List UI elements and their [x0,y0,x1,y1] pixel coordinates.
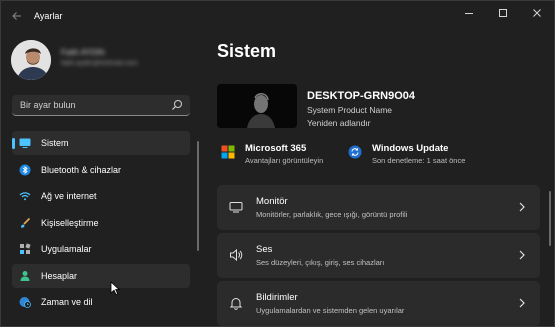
sidebar-item-time-language[interactable]: Zaman ve dil [12,290,190,314]
person-icon [20,270,30,281]
sidebar-item-label: Bluetooth & cihazlar [41,164,122,175]
sidebar-item-personalization[interactable]: Kişiselleştirme [12,211,190,235]
mouse-cursor-icon [110,281,120,296]
maximize-icon [499,9,507,17]
monitor-icon [19,138,31,148]
apps-icon [20,243,31,254]
close-button[interactable] [520,1,554,25]
chevron-right-icon [519,298,525,308]
title-bar: Ayarlar [1,1,554,31]
wifi-icon [19,192,31,201]
globe-clock-icon [19,297,31,308]
brush-icon [21,217,31,228]
settings-card-notifications[interactable]: Bildirimler Uygulamalardan ve sistemden … [217,281,540,326]
page-title: Sistem [217,41,277,61]
card-subtitle: Ses düzeyleri, çıkış, giriş, ses cihazla… [256,258,385,267]
avatar [11,40,51,80]
quick-tile-subtitle: Son denetleme: 1 saat önce [372,156,466,165]
card-title: Monitör [256,196,288,207]
search-box[interactable]: Bir ayar bulun [12,95,190,116]
sidebar-item-label: Uygulamalar [41,244,92,254]
search-input[interactable]: Bir ayar bulun [20,100,76,110]
sidebar-item-label: Hesaplar [41,270,78,281]
main-scrollbar[interactable] [549,191,551,246]
active-indicator [12,138,15,149]
back-arrow-icon [12,12,21,20]
sidebar-item-label: Sistem [41,138,69,148]
bluetooth-icon [19,164,31,175]
close-icon [533,9,541,17]
display-icon [229,202,243,213]
card-subtitle: Monitörler, parlaklık, gece ışığı, görün… [256,210,408,219]
device-wallpaper-thumbnail[interactable] [217,84,297,128]
card-subtitle: Uygulamalardan ve sistemden gelen uyarıl… [256,306,405,315]
maximize-button[interactable] [486,1,520,25]
quick-tile-subtitle: Avantajları görüntüleyin [245,156,324,165]
minimize-button[interactable] [452,1,486,25]
sidebar-item-label: Zaman ve dil [41,297,93,307]
profile-name: Fatih AYDIN [61,48,105,57]
minimize-icon [465,13,473,14]
window-title: Ayarlar [34,11,63,21]
device-name: DESKTOP-GRN9O04 [307,90,415,102]
quick-tile-title: Microsoft 365 [245,143,307,154]
sidebar-item-label: Kişiselleştirme [41,217,99,228]
sidebar-item-bluetooth[interactable]: Bluetooth & cihazlar [12,158,190,182]
chevron-right-icon [519,202,525,212]
window-controls [452,1,554,25]
device-model: System Product Name [307,105,393,115]
card-title: Ses [256,244,273,255]
sidebar-item-network[interactable]: Ağ ve internet [12,184,190,208]
sidebar-item-accounts[interactable]: Hesaplar [12,263,190,288]
microsoft-logo-icon [221,145,235,159]
card-title: Bildirimler [256,292,298,303]
profile-email: fatih.aydin@hotmail.com [61,60,138,67]
speaker-icon [230,248,243,262]
sidebar-nav: Sistem Bluetooth & cihazlar Ağ ve intern… [12,131,190,317]
settings-window: Ayarlar Fatih AYDIN fatih.aydin@hotmail.… [0,0,555,327]
back-button[interactable] [9,8,25,24]
rename-link[interactable]: Yeniden adlandır [307,118,371,128]
search-icon [172,100,182,110]
sidebar-item-label: Ağ ve internet [41,191,97,201]
chevron-right-icon [519,250,525,260]
sync-icon [348,145,362,159]
settings-card-sound[interactable]: Ses Ses düzeyleri, çıkış, giriş, ses cih… [217,233,540,278]
sidebar-scrollbar[interactable] [197,141,199,251]
settings-card-display[interactable]: Monitör Monitörler, parlaklık, gece ışığ… [217,185,540,230]
bell-icon [229,298,243,310]
sidebar-item-apps[interactable]: Uygulamalar [12,237,190,261]
quick-tile-title: Windows Update [372,143,449,154]
sidebar-item-sistem[interactable]: Sistem [12,131,190,155]
